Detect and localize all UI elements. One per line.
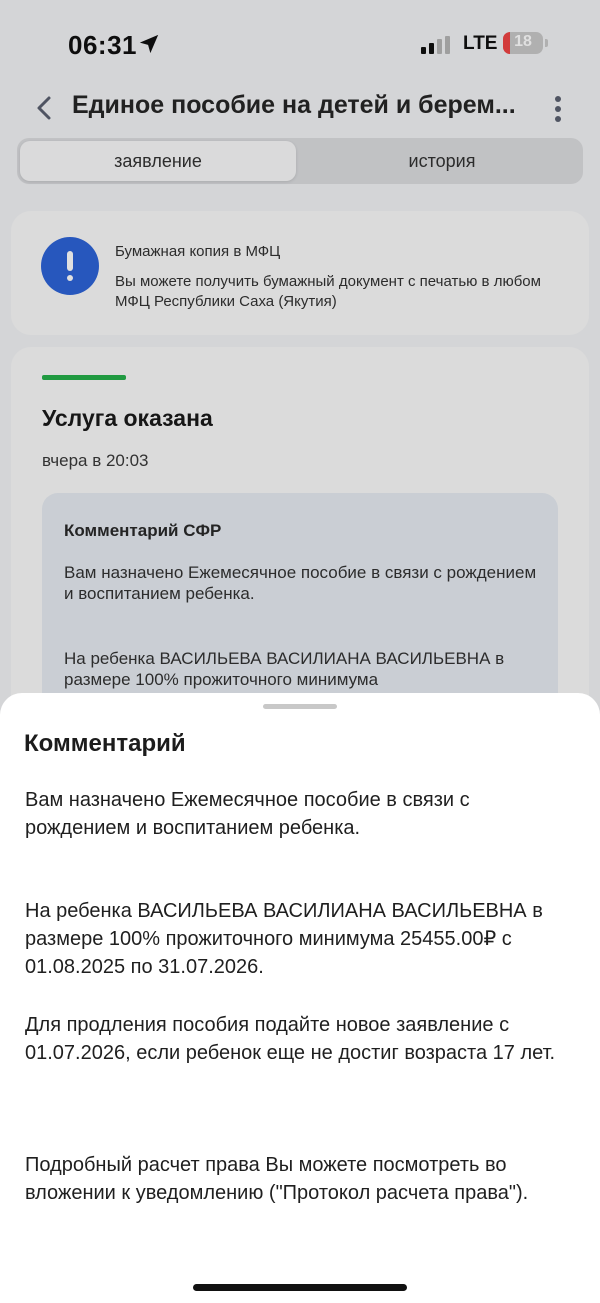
sheet-grabber[interactable]: [263, 704, 337, 709]
sheet-paragraph: Подробный расчет права Вы можете посмотр…: [25, 1154, 529, 1204]
sheet-paragraph: Для продления пособия подайте новое заяв…: [25, 1014, 556, 1064]
sheet-title: Комментарий: [24, 730, 186, 757]
comment-bottom-sheet: [0, 693, 600, 1303]
sheet-paragraph: Вам назначено Ежемесячное пособие в связ…: [25, 789, 470, 839]
home-indicator[interactable]: [193, 1284, 407, 1291]
sheet-paragraph: На ребенка ВАСИЛЬЕВА ВАСИЛИАНА ВАСИЛЬЕВН…: [25, 900, 543, 978]
